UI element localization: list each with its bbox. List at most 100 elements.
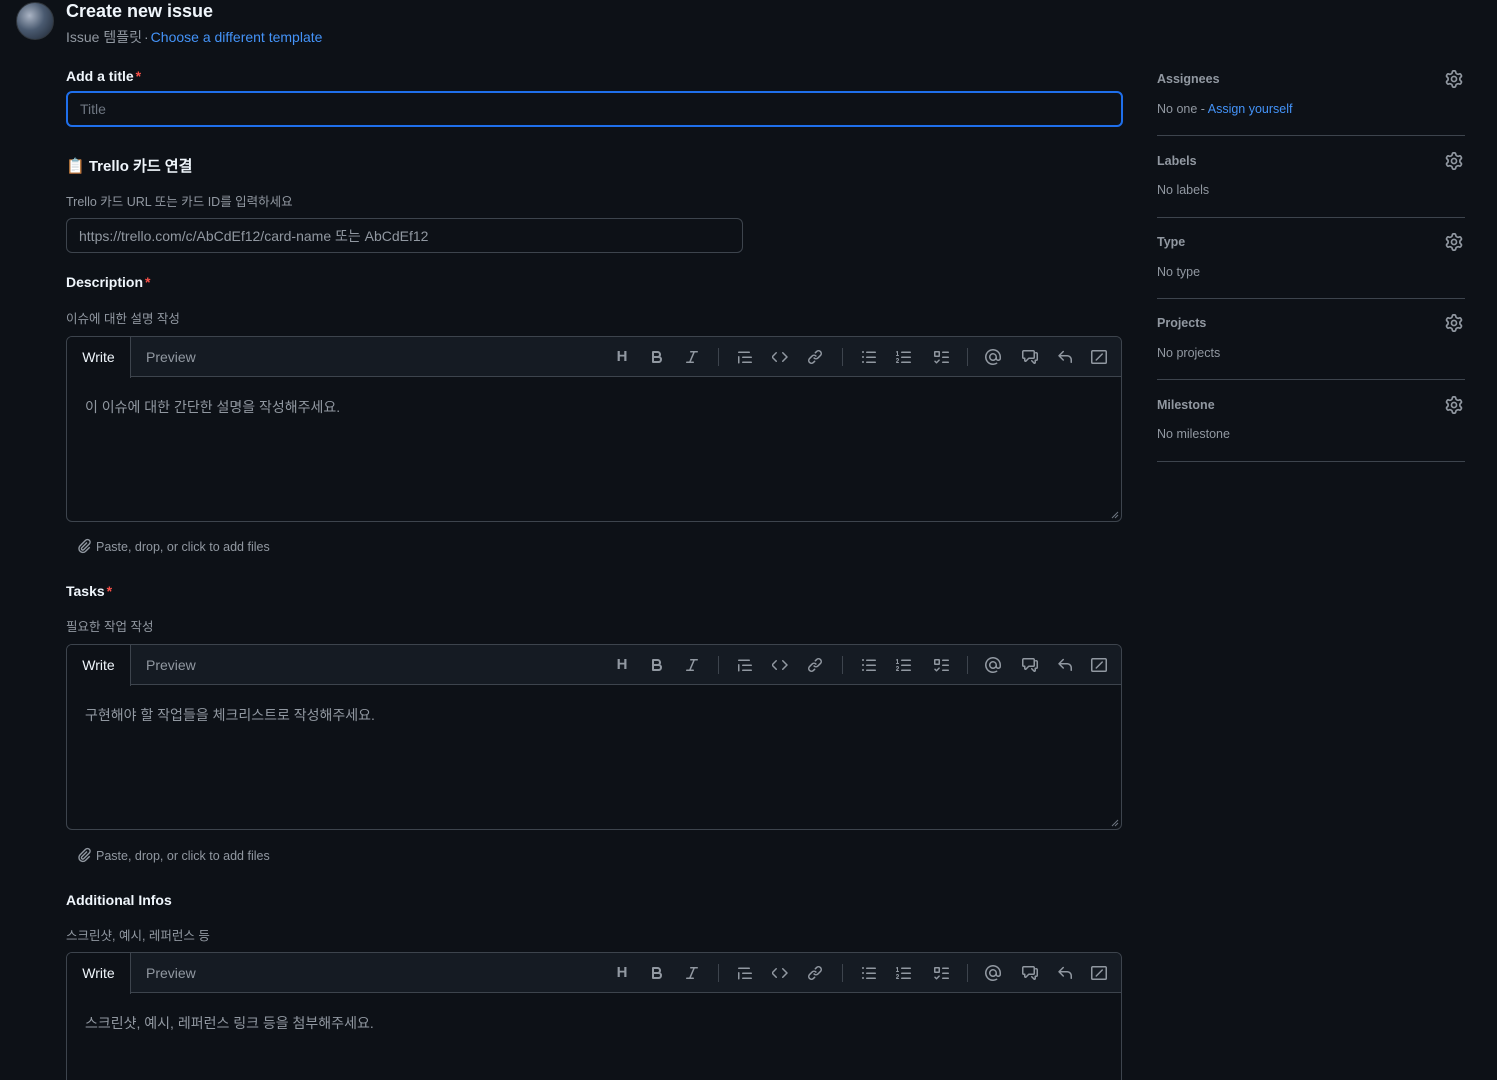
task-list-icon[interactable]	[929, 653, 953, 677]
cross-reference-icon[interactable]	[1018, 345, 1042, 369]
heading-icon[interactable]: H	[610, 961, 634, 985]
bold-icon[interactable]	[645, 961, 669, 985]
avatar[interactable]	[16, 2, 54, 40]
sidebar-type: Type No type	[1157, 218, 1465, 299]
labels-value: No labels	[1157, 183, 1210, 197]
gear-icon[interactable]	[1445, 396, 1463, 414]
bulleted-list-icon[interactable]	[857, 961, 881, 985]
projects-value: No projects	[1157, 346, 1221, 360]
slash-commands-icon[interactable]	[1087, 345, 1111, 369]
tasks-editor-toolbar: Write Preview H	[67, 645, 1121, 686]
task-list-icon[interactable]	[929, 345, 953, 369]
bold-icon[interactable]	[645, 345, 669, 369]
assignees-none: No one	[1157, 102, 1198, 116]
link-icon[interactable]	[803, 653, 827, 677]
assign-yourself-link[interactable]: Assign yourself	[1208, 102, 1293, 116]
tasks-label-text: Tasks	[66, 583, 105, 599]
gear-icon[interactable]	[1445, 233, 1463, 251]
tasks-textarea[interactable]: 구현해야 할 작업들을 체크리스트로 작성해주세요.	[67, 685, 1121, 745]
sidebar-milestone: Milestone No milestone	[1157, 380, 1465, 462]
attach-text: Paste, drop, or click to add files	[96, 540, 270, 554]
mention-icon[interactable]	[981, 961, 1005, 985]
assignees-value: No one - Assign yourself	[1157, 102, 1293, 116]
gear-icon[interactable]	[1445, 70, 1463, 88]
slash-commands-icon[interactable]	[1087, 653, 1111, 677]
trello-hint: Trello 카드 URL 또는 카드 ID를 입력하세요	[66, 195, 293, 209]
assignees-title[interactable]: Assignees	[1157, 72, 1220, 86]
projects-title[interactable]: Projects	[1157, 316, 1206, 330]
template-subtitle: Issue 템플릿 · Choose a different template	[66, 27, 322, 47]
task-list-icon[interactable]	[929, 961, 953, 985]
description-editor-toolbar: Write Preview H	[67, 337, 1121, 378]
italic-icon[interactable]	[680, 961, 704, 985]
saved-replies-icon[interactable]	[1053, 961, 1077, 985]
cross-reference-icon[interactable]	[1018, 653, 1042, 677]
heading-icon[interactable]: H	[610, 653, 634, 677]
trello-heading: 📋 Trello 카드 연결	[66, 158, 193, 175]
code-icon[interactable]	[768, 961, 792, 985]
resize-handle-icon[interactable]	[1111, 511, 1119, 519]
description-editor: Write Preview H 이 이슈에 대한 간단한 설명을 작성해주세요.	[66, 336, 1122, 522]
mention-icon[interactable]	[981, 653, 1005, 677]
italic-icon[interactable]	[680, 345, 704, 369]
description-textarea[interactable]: 이 이슈에 대한 간단한 설명을 작성해주세요.	[67, 377, 1121, 437]
mention-icon[interactable]	[981, 345, 1005, 369]
type-title[interactable]: Type	[1157, 235, 1185, 249]
numbered-list-icon[interactable]	[892, 345, 916, 369]
sidebar-labels: Labels No labels	[1157, 136, 1465, 218]
description-hint: 이슈에 대한 설명 작성	[66, 312, 180, 326]
tasks-attach-files[interactable]: Paste, drop, or click to add files	[76, 847, 270, 863]
tab-write[interactable]: Write	[67, 953, 131, 994]
link-icon[interactable]	[803, 345, 827, 369]
choose-template-link[interactable]: Choose a different template	[151, 29, 323, 45]
saved-replies-icon[interactable]	[1053, 345, 1077, 369]
required-mark: *	[106, 583, 113, 599]
tasks-hint: 필요한 작업 작성	[66, 620, 154, 634]
subtitle-separator: ·	[144, 29, 149, 45]
milestone-title[interactable]: Milestone	[1157, 398, 1215, 412]
description-attach-files[interactable]: Paste, drop, or click to add files	[76, 538, 270, 554]
tasks-editor: Write Preview H 구현해야 할 작업들을 체크리스트로 작성해주세…	[66, 644, 1122, 830]
italic-icon[interactable]	[680, 653, 704, 677]
type-value: No type	[1157, 265, 1201, 279]
template-name: Issue 템플릿	[66, 29, 142, 45]
bulleted-list-icon[interactable]	[857, 653, 881, 677]
slash-commands-icon[interactable]	[1087, 961, 1111, 985]
heading-icon[interactable]: H	[610, 345, 634, 369]
code-icon[interactable]	[768, 345, 792, 369]
gear-icon[interactable]	[1445, 152, 1463, 170]
page-title: Create new issue	[66, 1, 214, 21]
attach-text: Paste, drop, or click to add files	[96, 849, 270, 863]
tab-write[interactable]: Write	[67, 645, 131, 686]
trello-url-input[interactable]	[66, 218, 743, 253]
tab-preview[interactable]: Preview	[146, 645, 196, 685]
resize-handle-icon[interactable]	[1111, 819, 1119, 827]
sidebar-projects: Projects No projects	[1157, 299, 1465, 380]
code-icon[interactable]	[768, 653, 792, 677]
bulleted-list-icon[interactable]	[857, 345, 881, 369]
quote-icon[interactable]	[733, 653, 757, 677]
additional-editor-toolbar: Write Preview H	[67, 953, 1121, 994]
milestone-value: No milestone	[1157, 427, 1230, 441]
create-issue-page: Create new issue Issue 템플릿 · Choose a diff…	[0, 0, 1497, 1080]
labels-title[interactable]: Labels	[1157, 154, 1197, 168]
tab-preview[interactable]: Preview	[146, 953, 196, 993]
link-icon[interactable]	[803, 961, 827, 985]
additional-editor: Write Preview H 스크린샷, 예시, 레퍼런스 링크 등을 첨부해…	[66, 952, 1122, 1080]
title-input[interactable]	[66, 91, 1123, 127]
gear-icon[interactable]	[1445, 314, 1463, 332]
assignees-separator: -	[1197, 102, 1208, 116]
quote-icon[interactable]	[733, 345, 757, 369]
cross-reference-icon[interactable]	[1018, 961, 1042, 985]
saved-replies-icon[interactable]	[1053, 653, 1077, 677]
required-mark: *	[135, 68, 142, 84]
numbered-list-icon[interactable]	[892, 653, 916, 677]
bold-icon[interactable]	[645, 653, 669, 677]
description-label-text: Description	[66, 274, 144, 290]
additional-textarea[interactable]: 스크린샷, 예시, 레퍼런스 링크 등을 첨부해주세요.	[67, 993, 1121, 1053]
sidebar-assignees: Assignees No one - Assign yourself	[1157, 62, 1465, 136]
numbered-list-icon[interactable]	[892, 961, 916, 985]
tab-write[interactable]: Write	[67, 337, 131, 378]
quote-icon[interactable]	[733, 961, 757, 985]
tab-preview[interactable]: Preview	[146, 337, 196, 377]
